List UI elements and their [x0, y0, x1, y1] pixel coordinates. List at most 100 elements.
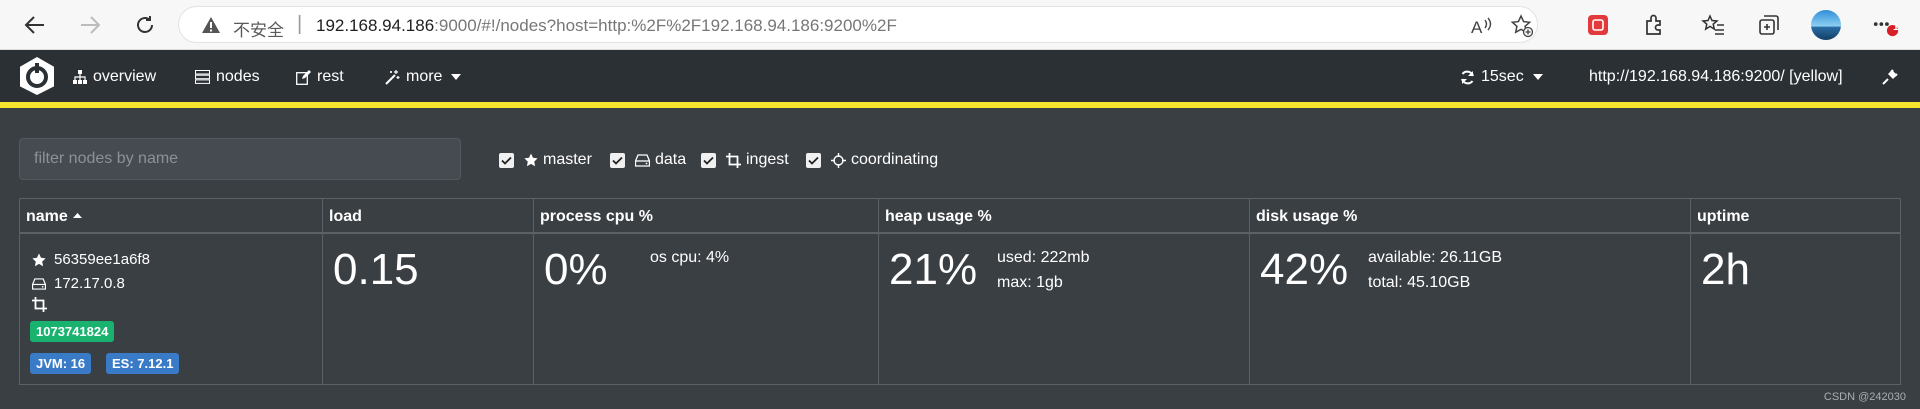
role-master-label: master	[543, 151, 592, 168]
sort-asc-icon	[72, 213, 82, 218]
insecure-label[interactable]: 不安全	[233, 16, 284, 41]
nav-nodes[interactable]: nodes	[195, 66, 260, 88]
address-bar[interactable]: 不安全 | 192.168.94.186:9000/#!/nodes?host=…	[178, 6, 1538, 43]
header-disk[interactable]: disk usage %	[1250, 199, 1690, 234]
filter-role-data[interactable]: data	[610, 149, 686, 171]
node-attr-badge: 1073741824	[30, 321, 115, 342]
nav-nodes-label: nodes	[216, 68, 260, 85]
back-icon[interactable]	[20, 10, 50, 40]
profile-avatar[interactable]	[1810, 9, 1842, 41]
nav-more[interactable]: more	[385, 66, 462, 88]
cerebro-logo-icon[interactable]	[16, 55, 58, 97]
url-path: :9000/#!/nodes?host=http:%2F%2F192.168.9…	[434, 16, 897, 35]
refresh-icon	[1460, 70, 1475, 85]
header-uptime[interactable]: uptime	[1691, 199, 1900, 234]
filter-nodes-input[interactable]	[19, 138, 461, 180]
nav-overview-label: overview	[93, 68, 157, 85]
collections-icon[interactable]	[1755, 11, 1783, 39]
load-value: 0.15	[333, 245, 419, 294]
node-name-line: 56359ee1a6f8	[32, 251, 150, 268]
cpu-value: 0%	[544, 245, 608, 294]
ingest-crop-icon	[32, 297, 47, 312]
disk-available: available: 26.11GB	[1368, 249, 1503, 266]
cluster-status-bar	[0, 102, 1920, 108]
os-cpu: os cpu: 4%	[650, 249, 730, 266]
nav-rest[interactable]: rest	[296, 66, 344, 88]
filter-role-master[interactable]: master	[499, 149, 592, 171]
header-name[interactable]: name	[20, 199, 322, 234]
node-ip-line: 172.17.0.8	[32, 275, 125, 292]
node-name[interactable]: 56359ee1a6f8	[54, 251, 150, 268]
nav-overview[interactable]: overview	[73, 66, 156, 88]
header-uptime-label: uptime	[1697, 208, 1750, 225]
es-version-badge: ES: 7.12.1	[106, 353, 180, 374]
role-data-label: data	[655, 151, 687, 168]
address-separator: |	[297, 13, 303, 35]
caret-down-icon	[1532, 74, 1543, 80]
checkbox-checked[interactable]	[610, 152, 625, 168]
hdd-icon	[635, 153, 650, 167]
forward-icon[interactable]	[75, 10, 105, 40]
column-name: name 56359ee1a6f8 172.17.0.8 1073741824 …	[20, 199, 323, 384]
header-cpu-label: process cpu %	[540, 208, 653, 225]
notification-badge: 1	[1893, 22, 1899, 33]
url-text[interactable]: 192.168.94.186:9000/#!/nodes?host=http:%…	[316, 16, 897, 36]
url-host: 192.168.94.186	[316, 16, 435, 35]
extensions-icon[interactable]	[1640, 11, 1668, 39]
reload-icon[interactable]	[130, 10, 160, 40]
role-ingest-label: ingest	[746, 151, 789, 168]
jvm-version-badge: JVM: 16	[30, 353, 92, 374]
column-cpu: process cpu % 0% os cpu: 4%	[534, 199, 879, 384]
column-heap: heap usage % 21% used: 222mb max: 1gb	[879, 199, 1250, 384]
warning-icon[interactable]	[201, 16, 221, 34]
heap-value: 21%	[889, 245, 978, 294]
favorites-icon[interactable]	[1699, 11, 1727, 39]
star-icon	[524, 153, 538, 167]
header-heap[interactable]: heap usage %	[879, 199, 1249, 234]
checkbox-checked[interactable]	[701, 152, 716, 168]
cluster-url[interactable]: http://192.168.94.186:9200/ [yellow]	[1589, 66, 1843, 88]
master-star-icon	[32, 253, 46, 267]
filter-role-coordinating[interactable]: coordinating	[806, 149, 938, 171]
column-disk: disk usage % 42% available: 26.11GB tota…	[1250, 199, 1691, 384]
browser-toolbar: 不安全 | 192.168.94.186:9000/#!/nodes?host=…	[0, 0, 1920, 50]
crosshairs-icon	[831, 152, 846, 168]
column-uptime: uptime 2h	[1691, 199, 1900, 384]
checkbox-checked[interactable]	[499, 152, 514, 168]
sitemap-icon	[73, 70, 87, 84]
nav-more-label: more	[406, 68, 443, 85]
refresh-interval-label: 15sec	[1481, 68, 1524, 85]
heap-max: max: 1gb	[997, 274, 1063, 291]
checkbox-checked[interactable]	[806, 152, 821, 168]
watermark: CSDN @242030	[1823, 391, 1906, 403]
filter-role-ingest[interactable]: ingest	[701, 149, 789, 171]
read-aloud-icon[interactable]: A	[1469, 13, 1495, 39]
svg-text:A: A	[1471, 18, 1483, 37]
uptime-value: 2h	[1701, 245, 1750, 294]
magic-icon	[385, 69, 400, 85]
header-cpu[interactable]: process cpu %	[534, 199, 878, 234]
header-load-label: load	[329, 208, 362, 225]
role-coordinating-label: coordinating	[851, 151, 939, 168]
header-name-label: name	[26, 208, 68, 225]
extension-red-icon[interactable]	[1584, 11, 1612, 39]
heap-used: used: 222mb	[997, 249, 1090, 266]
edit-icon	[296, 69, 311, 85]
refresh-interval-dropdown[interactable]: 15sec	[1460, 66, 1543, 88]
favorite-add-icon[interactable]	[1509, 13, 1535, 39]
disk-value: 42%	[1260, 245, 1349, 294]
nodes-table: name 56359ee1a6f8 172.17.0.8 1073741824 …	[19, 198, 1901, 385]
data-hdd-icon	[32, 277, 46, 290]
column-load: load 0.15	[323, 199, 534, 384]
disk-total: total: 45.10GB	[1368, 274, 1471, 291]
nav-rest-label: rest	[317, 68, 344, 85]
disconnect-icon[interactable]	[1882, 66, 1898, 88]
header-disk-label: disk usage %	[1256, 208, 1358, 225]
header-load[interactable]: load	[323, 199, 533, 234]
crop-icon	[726, 152, 741, 168]
more-icon[interactable]: 1	[1872, 11, 1900, 39]
caret-down-icon	[451, 74, 462, 80]
app-navbar: overview nodes rest more 15sec http://19…	[0, 50, 1920, 102]
server-icon	[195, 70, 210, 84]
header-heap-label: heap usage %	[885, 208, 992, 225]
